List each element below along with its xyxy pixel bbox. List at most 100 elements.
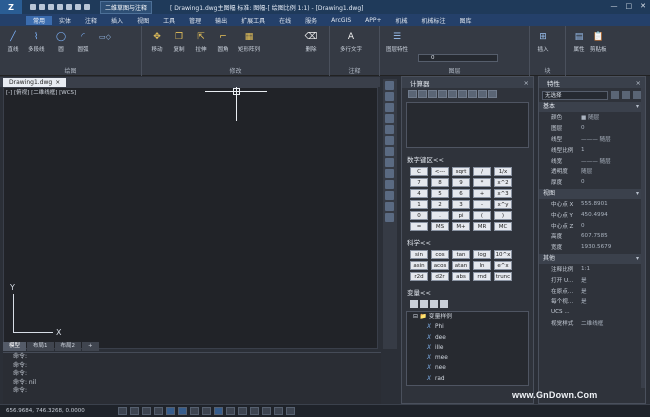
dyn-icon[interactable] — [214, 407, 223, 415]
property-row[interactable]: 中心点 Z 0 — [539, 220, 645, 231]
distance-icon[interactable] — [438, 90, 447, 98]
property-value[interactable]: 二维线框 — [579, 319, 645, 327]
tab-menu[interactable]: 图库 — [453, 16, 479, 25]
tab-menu[interactable]: 输出 — [208, 16, 234, 25]
layer-dropdown[interactable]: 0 — [418, 54, 498, 62]
delete-variable-icon[interactable] — [430, 300, 438, 308]
tab-menu[interactable]: 插入 — [104, 16, 130, 25]
save-icon[interactable] — [48, 4, 54, 10]
document-tab[interactable]: Drawing1.dwg × — [3, 77, 67, 87]
numpad-key[interactable]: 7 — [410, 178, 428, 187]
line-icon[interactable] — [448, 90, 457, 98]
numpad-key[interactable]: 1/x — [494, 167, 512, 176]
scientific-key[interactable]: cos — [431, 250, 449, 259]
numpad-key[interactable]: <--- — [431, 167, 449, 176]
tool-icon[interactable] — [385, 169, 394, 178]
help-icon[interactable] — [488, 90, 497, 98]
property-row[interactable]: 在原点... 是 — [539, 285, 645, 296]
lineweight-icon[interactable] — [190, 407, 199, 415]
property-row[interactable]: 颜色 ■ 随层 — [539, 112, 645, 123]
tool-icon[interactable] — [385, 213, 394, 222]
tree-variable[interactable]: Xille — [407, 343, 528, 353]
polar-icon[interactable] — [154, 407, 163, 415]
viewport-label[interactable]: [-] [俯视] [二维线框] [WCS] — [6, 88, 76, 96]
angle-icon[interactable] — [458, 90, 467, 98]
annotation-icon[interactable] — [238, 407, 247, 415]
tab-menu[interactable]: 常用 — [26, 15, 53, 25]
otrack-icon[interactable] — [178, 407, 187, 415]
circle-button[interactable]: ◯ 圆 — [54, 30, 68, 53]
tab-menu[interactable]: ArcGIS — [324, 17, 358, 24]
workspace-select[interactable]: 二维草图与注释 — [100, 0, 153, 14]
property-value[interactable]: 0 — [579, 223, 645, 229]
numpad-key[interactable]: x^3 — [494, 189, 512, 198]
mtext-button[interactable]: A 多行文字 — [340, 30, 362, 53]
paste-icon[interactable] — [478, 90, 487, 98]
snap-icon[interactable] — [130, 407, 139, 415]
tool-icon[interactable] — [385, 147, 394, 156]
property-row[interactable]: 透明度 随层 — [539, 166, 645, 177]
property-value[interactable]: 555.8901 — [579, 201, 645, 207]
close-icon[interactable]: × — [636, 79, 641, 87]
numpad-key[interactable]: 5 — [431, 189, 449, 198]
numpad-key[interactable]: MR — [473, 222, 491, 231]
fillet-button[interactable]: ⌐ 圆角 — [216, 30, 230, 53]
scientific-key[interactable]: e^x — [494, 261, 512, 270]
property-row[interactable]: 图层 0 — [539, 123, 645, 134]
numpad-key[interactable]: M+ — [452, 222, 470, 231]
tool-icon[interactable] — [385, 158, 394, 167]
tool-icon[interactable] — [385, 191, 394, 200]
numpad-key[interactable]: - — [473, 200, 491, 209]
property-value[interactable]: ——— 随层 — [579, 135, 645, 143]
tool-icon[interactable] — [385, 180, 394, 189]
property-value[interactable]: 0 — [579, 125, 645, 131]
tab-menu[interactable]: 机械标注 — [415, 16, 453, 25]
properties-button[interactable]: ▤ 属性 — [572, 30, 586, 53]
category-other[interactable]: 其他 — [539, 253, 645, 264]
property-row[interactable]: 注释比例 1:1 — [539, 264, 645, 275]
tree-variable[interactable]: Xnee — [407, 363, 528, 373]
command-input[interactable]: 命令: — [3, 387, 381, 396]
tool-icon[interactable] — [385, 202, 394, 211]
workspace-icon[interactable] — [250, 407, 259, 415]
toggle-pickadd-icon[interactable] — [611, 91, 619, 99]
open-icon[interactable] — [39, 4, 45, 10]
undo-icon[interactable] — [75, 4, 81, 10]
tab-model[interactable]: 模型 — [3, 342, 27, 351]
intersect-icon[interactable] — [468, 90, 477, 98]
arc-button[interactable]: ◜ 圆弧 — [76, 30, 90, 53]
scientific-key[interactable]: acos — [431, 261, 449, 270]
property-value[interactable]: 450.4994 — [579, 212, 645, 218]
numpad-key[interactable]: 3 — [452, 200, 470, 209]
property-value[interactable]: 0 — [579, 179, 645, 185]
category-view[interactable]: 视图 — [539, 188, 645, 199]
erase-button[interactable]: ⌫ 删除 — [304, 30, 318, 53]
tool-icon[interactable] — [385, 136, 394, 145]
numpad-key[interactable]: 0 — [410, 211, 428, 220]
numpad-key[interactable]: pi — [452, 211, 470, 220]
scrollbar[interactable] — [641, 88, 645, 388]
property-row[interactable]: 中心点 Y 450.4994 — [539, 209, 645, 220]
copy-button[interactable]: ❐ 复制 — [172, 30, 186, 53]
tab-layout2[interactable]: 布局2 — [54, 342, 82, 351]
tab-layout1[interactable]: 布局1 — [27, 342, 54, 351]
lock-icon[interactable] — [262, 407, 271, 415]
property-value[interactable]: 1:1 — [579, 266, 645, 272]
new-variable-icon[interactable] — [410, 300, 418, 308]
property-value[interactable]: 是 — [579, 287, 645, 295]
numpad-key[interactable]: . — [431, 211, 449, 220]
property-row[interactable]: 高度 607.7585 — [539, 231, 645, 242]
numpad-key[interactable]: sqrt — [452, 167, 470, 176]
close-icon[interactable]: ✕ — [640, 2, 646, 10]
numpad-key[interactable]: x^2 — [494, 178, 512, 187]
scientific-key[interactable]: ln — [473, 261, 491, 270]
stretch-button[interactable]: ⇱ 拉伸 — [194, 30, 208, 53]
tab-menu[interactable]: 实体 — [52, 16, 78, 25]
tree-variable[interactable]: X Phi — [407, 322, 528, 332]
clipboard-button[interactable]: 📋 剪贴板 — [590, 30, 607, 53]
category-basic[interactable]: 基本 — [539, 102, 645, 112]
property-row[interactable]: 厚度 0 — [539, 177, 645, 188]
insert-block-button[interactable]: ⊞ 插入 — [536, 30, 550, 53]
close-tab-icon[interactable]: × — [55, 79, 60, 86]
property-value[interactable]: 是 — [579, 276, 645, 284]
